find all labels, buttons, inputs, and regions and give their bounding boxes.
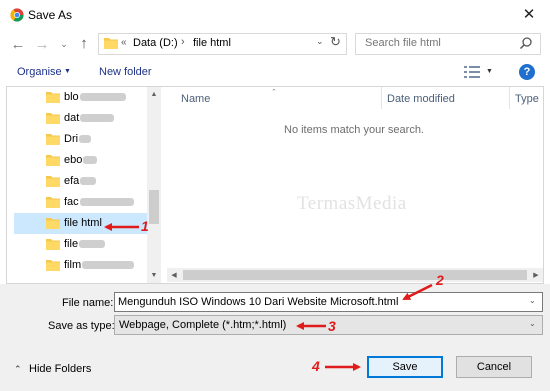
annotation-number-4: 4 — [312, 358, 320, 374]
annotation-number-3: 3 — [328, 318, 336, 334]
annotation-arrows — [104, 223, 433, 371]
annotation-number-2: 2 — [436, 272, 444, 288]
annotation-arrow-2 — [402, 283, 433, 301]
annotation-number-1: 1 — [141, 218, 149, 234]
